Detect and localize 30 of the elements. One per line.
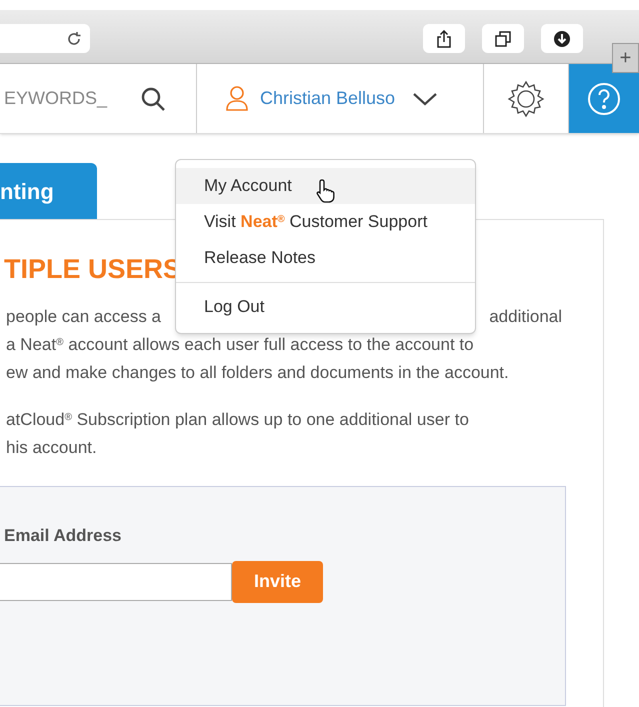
share-icon [436,30,452,48]
help-button[interactable] [569,64,639,133]
paragraph-text: atCloud$^{®}$ Subscription plan allows up to one additional user to [6,409,469,432]
menu-item[interactable]: Release Notes [176,240,475,276]
tabs-icon [495,30,511,46]
tab[interactable]: nting [0,163,97,219]
paragraph-text: ew and make changes to all folders and documents in the account. [6,362,509,384]
search-icon[interactable] [140,86,166,112]
reload-icon[interactable] [66,30,82,46]
email-field[interactable] [0,562,232,600]
user-icon [225,85,249,112]
chevron-down-icon[interactable] [412,92,438,106]
menu-item[interactable]: Log Out [176,289,475,325]
download-button[interactable] [541,24,583,53]
menu-item[interactable]: Visit Neat$^{®}$ Customer Support [176,204,475,240]
tabs-button[interactable] [482,24,524,53]
paragraph-text: people can access a [6,306,161,328]
user-menu-button[interactable]: Christian Belluso [260,85,396,112]
share-button[interactable] [423,24,465,53]
settings-icon[interactable] [506,78,546,118]
field-label: Email Address [4,525,122,547]
menu-item[interactable]: My Account [176,168,475,204]
new-tab-button[interactable]: + [612,43,639,73]
help-icon [587,82,621,116]
paragraph-text: additional [489,306,562,328]
paragraph-text: his account. [6,437,97,460]
paragraph-text: a Neat$^{®}$ account allows each user full access to the account to [6,334,474,356]
download-icon [553,30,571,48]
address-field[interactable] [0,24,90,53]
search-field[interactable]: EYWORDS_ [0,85,140,112]
